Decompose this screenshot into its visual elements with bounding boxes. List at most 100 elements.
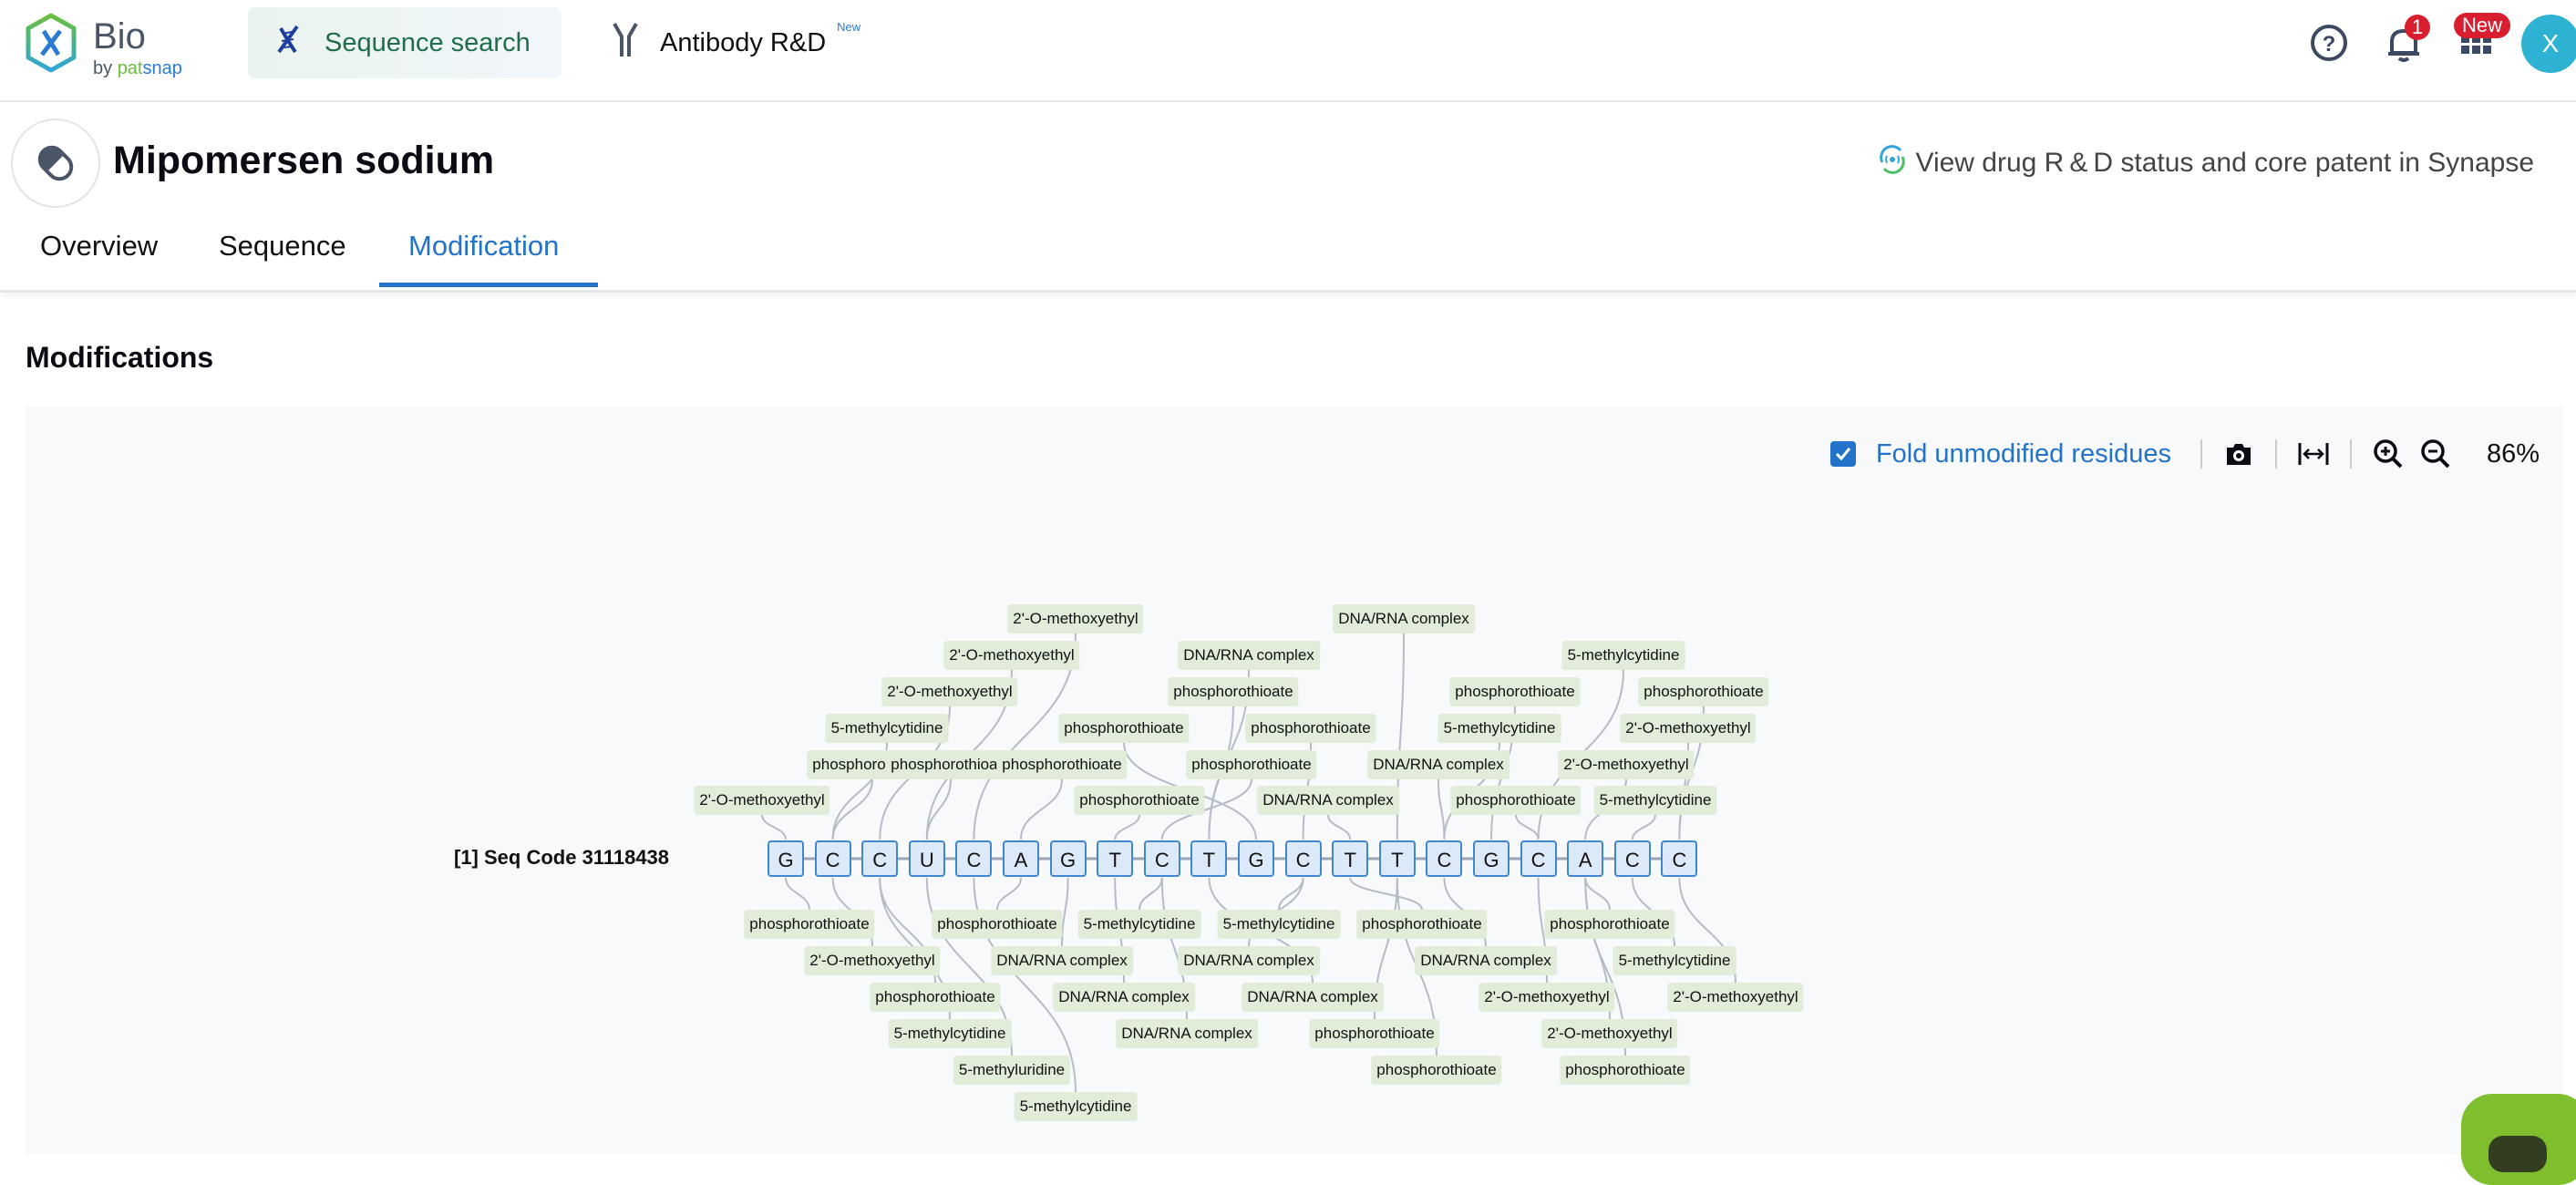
- modification-label[interactable]: 2'-O-methoxyethyl: [1667, 983, 1804, 1012]
- modification-label[interactable]: 5-methylcytidine: [1437, 714, 1561, 743]
- modification-label[interactable]: 2'-O-methoxyethyl: [1541, 1019, 1678, 1048]
- check-icon: [1835, 448, 1851, 461]
- modification-label[interactable]: DNA/RNA complex: [1367, 750, 1510, 779]
- section-title: Modifications: [26, 341, 214, 374]
- modification-label[interactable]: 5-methyluridine: [953, 1056, 1071, 1085]
- modification-label[interactable]: 5-methylcytidine: [1613, 946, 1736, 975]
- modification-label[interactable]: 5-methylcytidine: [1593, 786, 1717, 815]
- modification-label[interactable]: phosphorothioate: [1371, 1056, 1502, 1085]
- modification-label[interactable]: DNA/RNA complex: [1178, 641, 1320, 670]
- residue-box[interactable]: A: [1567, 840, 1604, 877]
- modification-label[interactable]: phosphorothioate: [1356, 910, 1488, 939]
- drug-header: Mipomersen sodium View drug R & D status…: [0, 102, 2576, 293]
- zoom-level: 86%: [2486, 438, 2540, 469]
- modification-label[interactable]: phosphorothioate: [1560, 1056, 1691, 1085]
- bio-patsnap-logo[interactable]: Bio by patsnap: [24, 13, 206, 78]
- modification-label[interactable]: phosphorothioate: [744, 910, 875, 939]
- residue-box[interactable]: C: [1661, 840, 1698, 877]
- modification-label[interactable]: phosphorothioate: [870, 983, 1001, 1012]
- residue-box[interactable]: A: [1003, 840, 1039, 877]
- modification-label[interactable]: 5-methylcytidine: [1561, 641, 1685, 670]
- modification-label[interactable]: phosphorothioate: [1168, 677, 1299, 706]
- modification-label[interactable]: phosphorothioate: [1450, 786, 1582, 815]
- modification-label[interactable]: 2'-O-methoxyethyl: [804, 946, 941, 975]
- residue-box[interactable]: C: [814, 840, 851, 877]
- nav-sequence-search[interactable]: Sequence search: [248, 7, 562, 78]
- zoom-out-button[interactable]: [2419, 438, 2452, 470]
- modification-label[interactable]: 5-methylcytidine: [1077, 910, 1201, 939]
- fit-width-button[interactable]: [2297, 438, 2330, 470]
- modification-label[interactable]: phosphorothioate: [1544, 910, 1675, 939]
- modification-label[interactable]: 2'-O-methoxyethyl: [694, 786, 830, 815]
- modification-label[interactable]: DNA/RNA complex: [1116, 1019, 1258, 1048]
- modification-label[interactable]: 5-methylcytidine: [825, 714, 949, 743]
- tab-sequence[interactable]: Sequence: [219, 230, 346, 284]
- nav-antibody-rd[interactable]: Antibody R&D New: [609, 7, 860, 78]
- modification-label[interactable]: DNA/RNA complex: [991, 946, 1133, 975]
- drug-title: Mipomersen sodium: [113, 139, 495, 182]
- modification-label[interactable]: DNA/RNA complex: [1257, 786, 1399, 815]
- modification-label[interactable]: phosphorothioate: [1186, 750, 1317, 779]
- notifications-button[interactable]: 1: [2383, 15, 2430, 64]
- synapse-link[interactable]: View drug R & D status and core patent i…: [1877, 144, 2534, 182]
- screenshot-button[interactable]: [2222, 438, 2255, 470]
- residue-box[interactable]: G: [1049, 840, 1087, 877]
- modification-label[interactable]: 2'-O-methoxyethyl: [1558, 750, 1695, 779]
- modification-label[interactable]: 2'-O-methoxyethyl: [943, 641, 1080, 670]
- notification-count-badge: 1: [2405, 15, 2430, 40]
- synapse-icon: [1877, 144, 1908, 182]
- residue-box[interactable]: G: [1473, 840, 1510, 877]
- residue-box[interactable]: G: [1238, 840, 1274, 877]
- residue-box[interactable]: C: [861, 840, 899, 877]
- new-badge: New: [837, 19, 861, 34]
- modification-label[interactable]: DNA/RNA complex: [1242, 983, 1384, 1012]
- nav-antibody-rd-label: Antibody R&D: [660, 27, 827, 57]
- modification-label[interactable]: phosphorothioate: [932, 910, 1063, 939]
- modification-label[interactable]: DNA/RNA complex: [1333, 604, 1475, 634]
- modification-label[interactable]: phosphorothioate: [1058, 714, 1190, 743]
- residue-box[interactable]: T: [1332, 840, 1369, 877]
- drug-avatar: [11, 118, 100, 208]
- toolbar-divider: [2274, 439, 2277, 469]
- modification-label[interactable]: phosphorothioate: [1245, 714, 1376, 743]
- fold-unmodified-label[interactable]: Fold unmodified residues: [1876, 439, 2171, 469]
- modification-label[interactable]: 5-methylcytidine: [1014, 1092, 1138, 1121]
- tab-modification[interactable]: Modification: [408, 230, 559, 284]
- apps-button[interactable]: New: [2454, 13, 2510, 64]
- modification-label[interactable]: 5-methylcytidine: [1217, 910, 1341, 939]
- residue-box[interactable]: C: [1613, 840, 1651, 877]
- modification-label[interactable]: DNA/RNA complex: [1415, 946, 1557, 975]
- modification-label[interactable]: DNA/RNA complex: [1178, 946, 1320, 975]
- residue-box[interactable]: C: [1284, 840, 1322, 877]
- residue-box[interactable]: T: [1190, 840, 1228, 877]
- modification-label[interactable]: phosphorothioate: [1638, 677, 1769, 706]
- residue-box[interactable]: C: [1143, 840, 1180, 877]
- modification-label[interactable]: DNA/RNA complex: [1053, 983, 1195, 1012]
- residue-box[interactable]: T: [1378, 840, 1416, 877]
- modification-label[interactable]: phosphorothioate: [996, 750, 1128, 779]
- residue-box[interactable]: C: [955, 840, 993, 877]
- fold-unmodified-checkbox[interactable]: [1829, 441, 1856, 467]
- modification-label[interactable]: 2'-O-methoxyethyl: [1007, 604, 1144, 634]
- modification-label[interactable]: 2'-O-methoxyethyl: [881, 677, 1018, 706]
- modification-label[interactable]: 5-methylcytidine: [888, 1019, 1012, 1048]
- user-avatar[interactable]: X: [2521, 15, 2576, 73]
- help-button[interactable]: ?: [2308, 22, 2350, 64]
- residue-box[interactable]: G: [768, 840, 804, 877]
- modification-label[interactable]: phosphorothioate: [1074, 786, 1205, 815]
- tab-overview[interactable]: Overview: [40, 230, 158, 284]
- modification-label[interactable]: phosphorothioate: [1309, 1019, 1440, 1048]
- svg-text:?: ?: [2323, 32, 2336, 57]
- assistant-floating-button[interactable]: [2461, 1094, 2576, 1185]
- residue-box[interactable]: C: [1520, 840, 1557, 877]
- residue-box[interactable]: C: [1426, 840, 1463, 877]
- residue-box[interactable]: T: [1097, 840, 1134, 877]
- modification-label[interactable]: 2'-O-methoxyethyl: [1620, 714, 1757, 743]
- modification-viewer-panel: [26, 407, 2563, 1154]
- residue-box[interactable]: U: [908, 840, 945, 877]
- active-tab-indicator: [379, 283, 598, 287]
- modification-label[interactable]: 2'-O-methoxyethyl: [1479, 983, 1615, 1012]
- modification-label[interactable]: phosphorothioate: [1449, 677, 1581, 706]
- zoom-in-button[interactable]: [2372, 438, 2405, 470]
- camera-icon: [2226, 444, 2251, 465]
